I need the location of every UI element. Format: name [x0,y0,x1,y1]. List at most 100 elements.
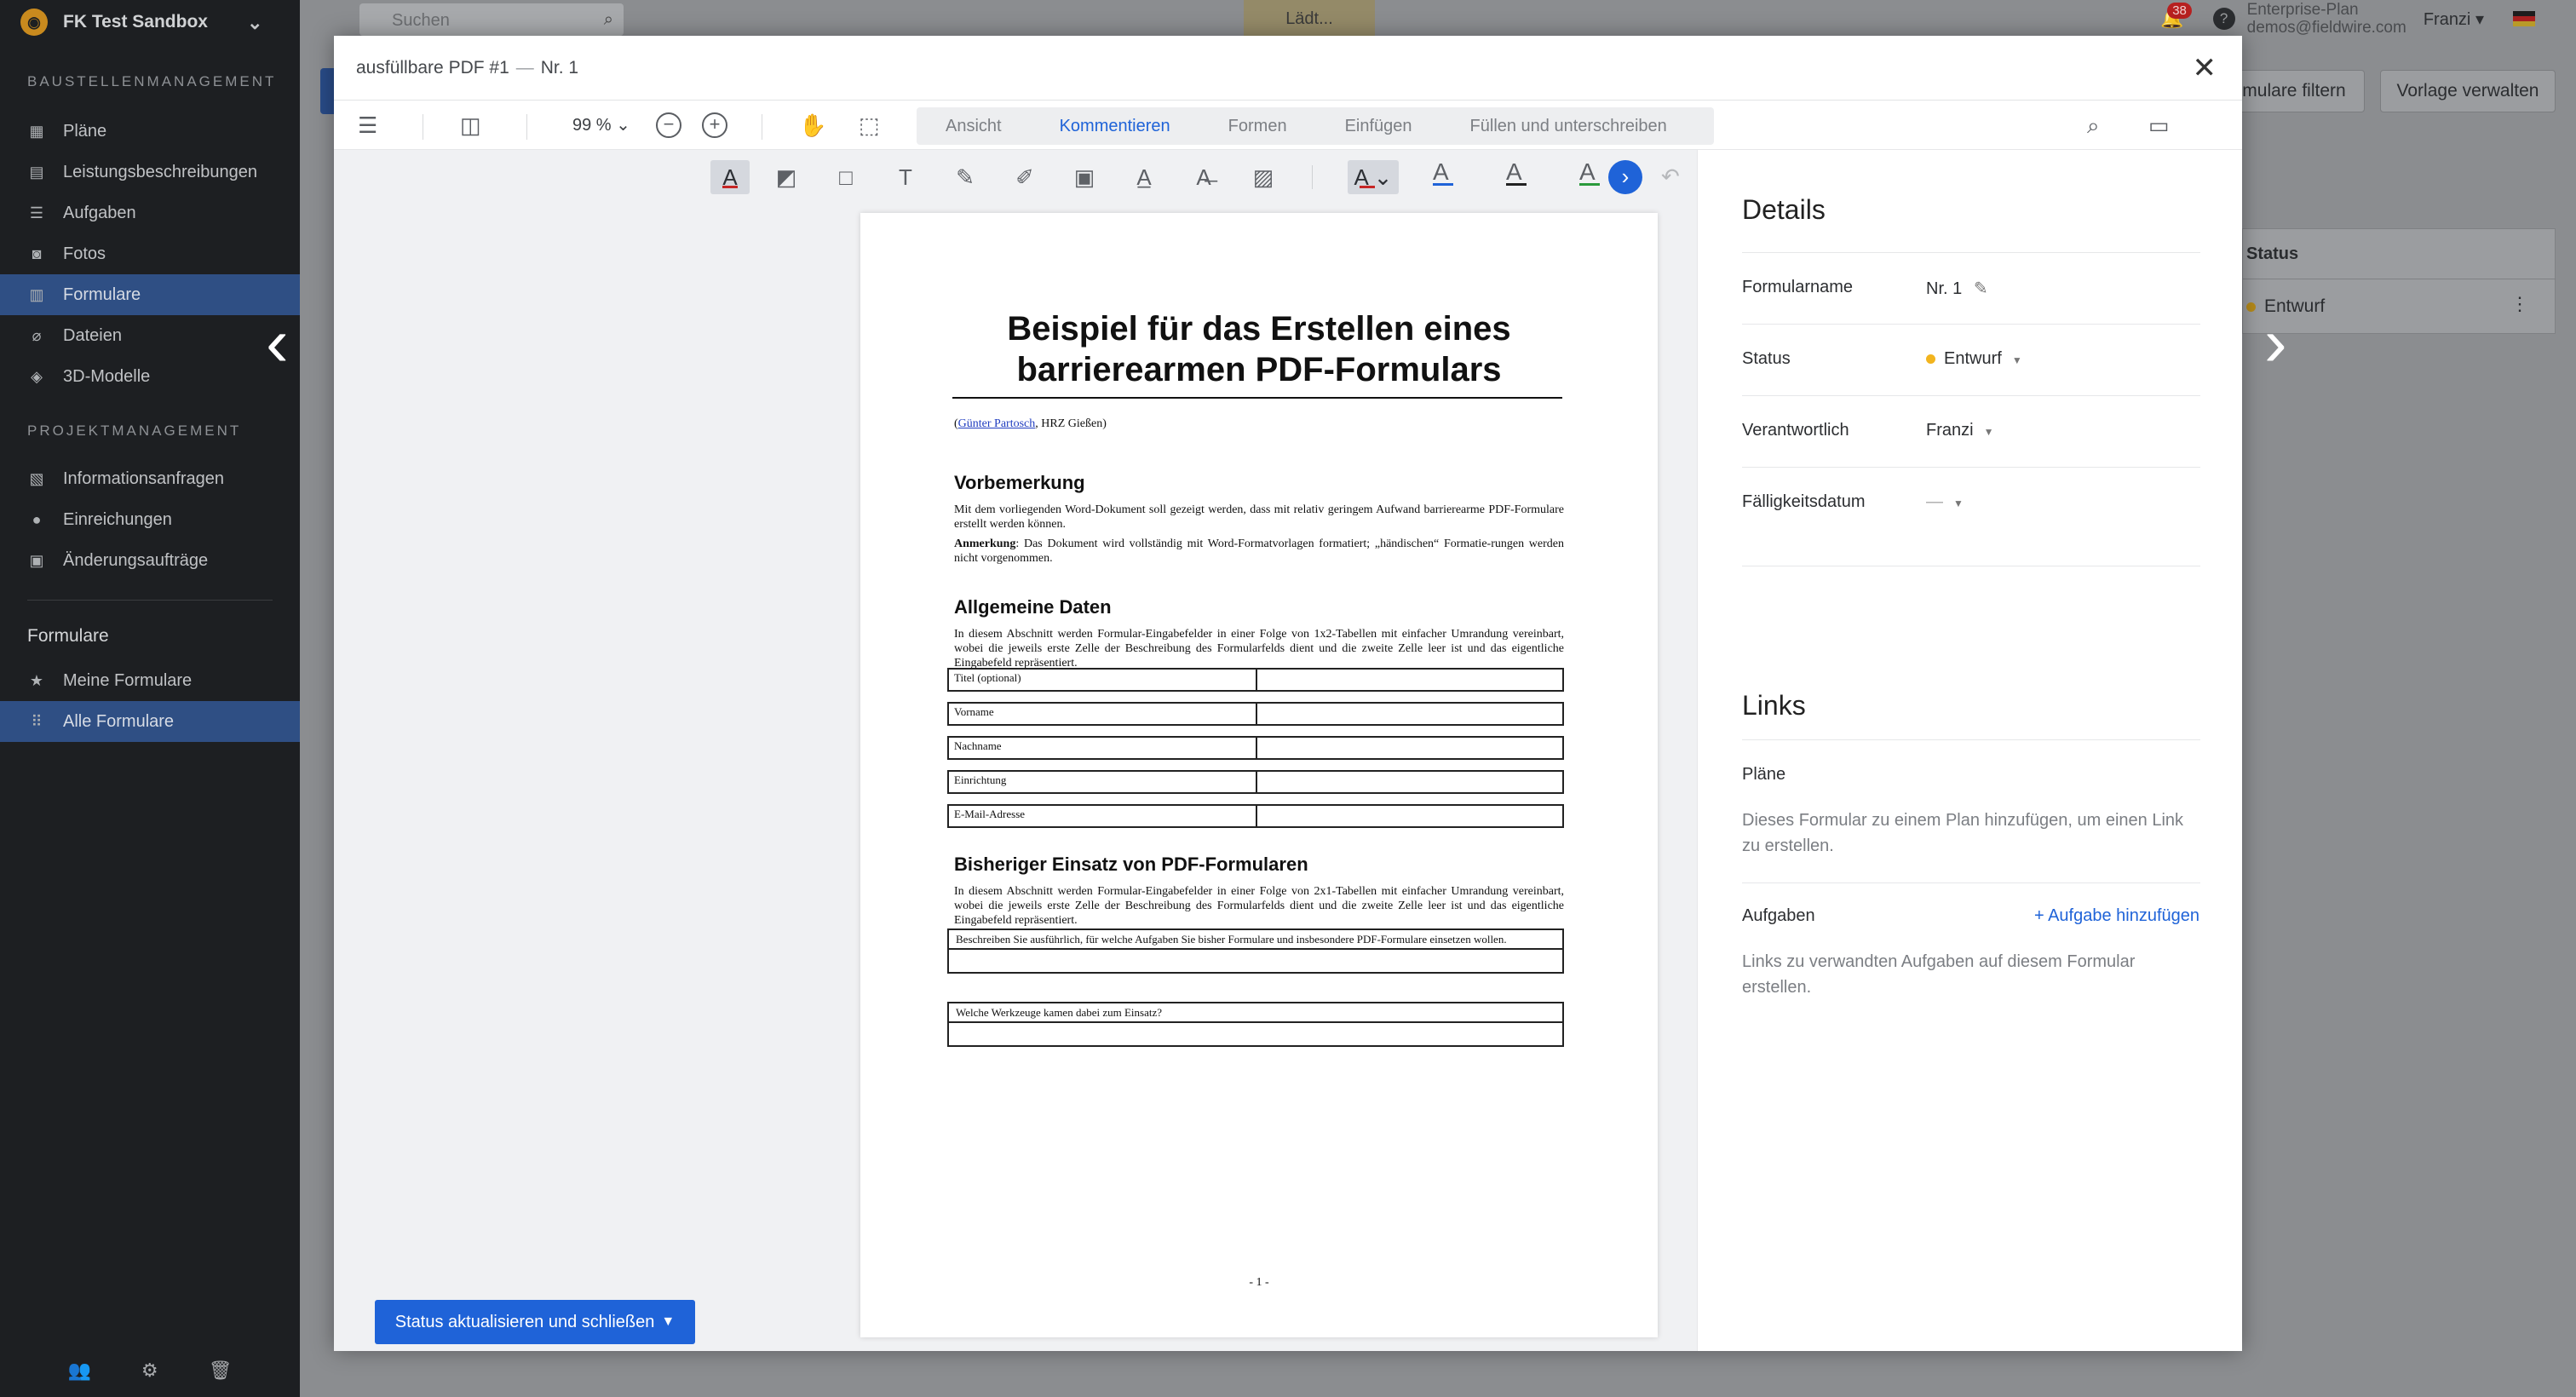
close-icon[interactable]: ✕ [2193,51,2217,85]
sidebar-item-submittals[interactable]: ● Einreichungen [0,499,300,540]
status-dot [1926,354,1935,365]
comment-bubble-icon[interactable]: ▣ [1065,160,1104,194]
sidebar-item-3d-models[interactable]: ◈ 3D-Modelle [0,356,300,397]
sidebar-item-label: Informationsanfragen [63,469,225,488]
tab-view[interactable]: Ansicht [917,117,1031,136]
zoom-in-icon[interactable]: + [702,112,727,138]
field-institution-input[interactable] [1257,772,1562,792]
comments-panel-icon[interactable]: ▭ [2148,112,2170,139]
pdf-paragraph: Anmerkung: Das Dokument wird vollständig… [954,537,1564,566]
notifications-button[interactable]: 🔔 38 [2160,3,2192,30]
title-separator: — [515,58,534,78]
author-link[interactable]: Günter Partosch [958,417,1036,430]
section-heading-site: BAUSTELLENMANAGEMENT [27,73,277,89]
people-icon[interactable]: 👥 [67,1360,90,1382]
text-highlight-tool-icon[interactable]: A [710,160,750,194]
text-color-dropdown-icon[interactable]: A ⌄ [1348,160,1399,194]
sidebar-item-tasks[interactable]: ☰ Aufgaben [0,193,300,233]
pencil-icon[interactable]: ✎ [1974,279,1988,298]
free-text-box-icon[interactable]: ◩ [767,160,806,194]
pen-icon[interactable]: ✐ [1005,160,1044,194]
menu-icon[interactable]: ☰ [358,112,377,139]
tab-shapes[interactable]: Formen [1199,117,1316,136]
field-label: Vorname [949,704,1257,724]
strikethrough-icon[interactable]: A̶ [1184,160,1223,194]
modal-header: ausfüllbare PDF #1 — Nr. 1 ✕ [334,36,2242,101]
field-title-input[interactable] [1257,670,1562,690]
search-icon: ⌕ [603,10,613,29]
clipboard-icon: ▥ [29,285,44,303]
question-text: Welche Werkzeuge kamen dabei zum Einsatz… [949,1003,1562,1023]
underline-text-icon[interactable]: A̲ [1124,160,1164,194]
responsible-dropdown[interactable]: Franzi ▼ [1926,421,1993,440]
sidebar-item-my-forms[interactable]: ★ Meine Formulare [0,660,300,701]
sidebar-item-plans[interactable]: ▦ Pläne [0,111,300,152]
manage-template-button[interactable]: Vorlage verwalten [2380,70,2556,112]
field-email-input[interactable] [1257,806,1562,826]
tab-insert[interactable]: Einfügen [1316,117,1441,136]
pdf-viewer: Beispiel für das Erstellen eines barrier… [334,204,1697,1351]
divider [1742,395,2200,396]
field-lastname-input[interactable] [1257,738,1562,758]
pan-hand-icon[interactable]: ✋ [799,112,826,139]
help-icon[interactable]: ? [2212,8,2235,30]
tab-fill-sign[interactable]: Füllen und unterschreiben [1441,117,1696,136]
sidebar-item-label: Alle Formulare [63,711,175,731]
forms-subnav-heading: Formulare [27,626,109,646]
toolbar-divider [1312,165,1313,189]
next-form-arrow-icon[interactable]: › [2264,308,2287,377]
field-firstname-input[interactable] [1257,704,1562,724]
table-row[interactable]: Entwurf ⋮ [2242,279,2556,334]
plan-name: Enterprise-Plan [2246,1,2359,19]
gear-icon[interactable]: ⚙ [141,1360,158,1382]
sidebar-item-forms[interactable]: ▥ Formulare [0,274,300,315]
form-name-value[interactable]: Nr. 1 ✎ [1926,278,1988,299]
sidebar-item-files[interactable]: ⌀ Dateien [0,315,300,356]
divider [1742,324,2200,325]
rectangle-tool-icon[interactable]: □ [826,160,865,194]
sidebar-item-label: Änderungsaufträge [63,550,209,570]
grid-icon: ⠿ [31,712,43,730]
chevron-down-icon[interactable]: ⌄ [247,12,262,34]
zoom-select[interactable]: 99 % ⌄ [572,114,630,135]
question-answer-input[interactable] [949,1023,1562,1045]
tab-comment[interactable]: Kommentieren [1031,117,1199,136]
details-heading: Details [1742,194,1826,225]
sidebar-item-label: Pläne [63,121,107,141]
status-dropdown[interactable]: Entwurf ▼ [1926,349,2022,369]
project-switcher[interactable]: ◉ FK Test Sandbox ⌄ [0,0,300,44]
select-area-icon[interactable]: ⬚ [859,112,880,139]
german-flag-icon[interactable] [2513,11,2535,26]
update-status-close-button[interactable]: Status aktualisieren und schließen ▼ [375,1300,695,1344]
sidebar-item-all-forms[interactable]: ⠿ Alle Formulare [0,701,300,742]
more-vertical-icon[interactable]: ⋮ [2510,293,2529,315]
green-underline-style-icon[interactable]: A [1579,158,1600,186]
zoom-out-icon[interactable]: − [656,112,681,138]
undo-icon[interactable]: ↶ [1661,164,1680,190]
toolbar-divider [526,114,527,140]
add-task-link[interactable]: + Aufgabe hinzufügen [2034,906,2199,926]
sidebar-toggle-icon[interactable]: ◫ [460,112,481,139]
user-menu[interactable]: Franzi ▾ [2424,9,2484,30]
sidebar-item-specs[interactable]: ▤ Leistungsbeschreibungen [0,152,300,193]
pdf-mode-tabs: Ansicht Kommentieren Formen Einfügen Fül… [917,107,1714,145]
search-icon[interactable]: ⌕ [2087,112,2100,140]
pdf-question-box: Welche Werkzeuge kamen dabei zum Einsatz… [947,1002,1564,1047]
previous-form-arrow-icon[interactable]: ‹ [266,308,289,377]
plans-label: Pläne [1742,765,1786,784]
filter-forms-button[interactable]: mulare filtern [2223,70,2365,112]
due-date-dropdown[interactable]: — ▼ [1926,492,1964,512]
sidebar-item-rfi[interactable]: ▧ Informationsanfragen [0,458,300,499]
question-answer-input[interactable] [949,950,1562,972]
sidebar-item-change-orders[interactable]: ▣ Änderungsaufträge [0,540,300,581]
text-tool-icon[interactable]: T [886,160,925,194]
image-icon[interactable]: ▨ [1244,160,1283,194]
search-input[interactable]: Suchen ⌕ [359,3,624,36]
highlighter-icon[interactable]: ✎ [946,160,985,194]
toolbar-more-arrow-icon[interactable]: › [1608,160,1642,194]
trash-icon[interactable]: 🗑 [209,1360,233,1382]
pdf-question-box: Beschreiben Sie ausführlich, für welche … [947,928,1564,974]
blue-underline-style-icon[interactable]: A [1433,158,1453,186]
sidebar-item-photos[interactable]: ◙ Fotos [0,233,300,274]
black-underline-style-icon[interactable]: A [1506,158,1527,186]
